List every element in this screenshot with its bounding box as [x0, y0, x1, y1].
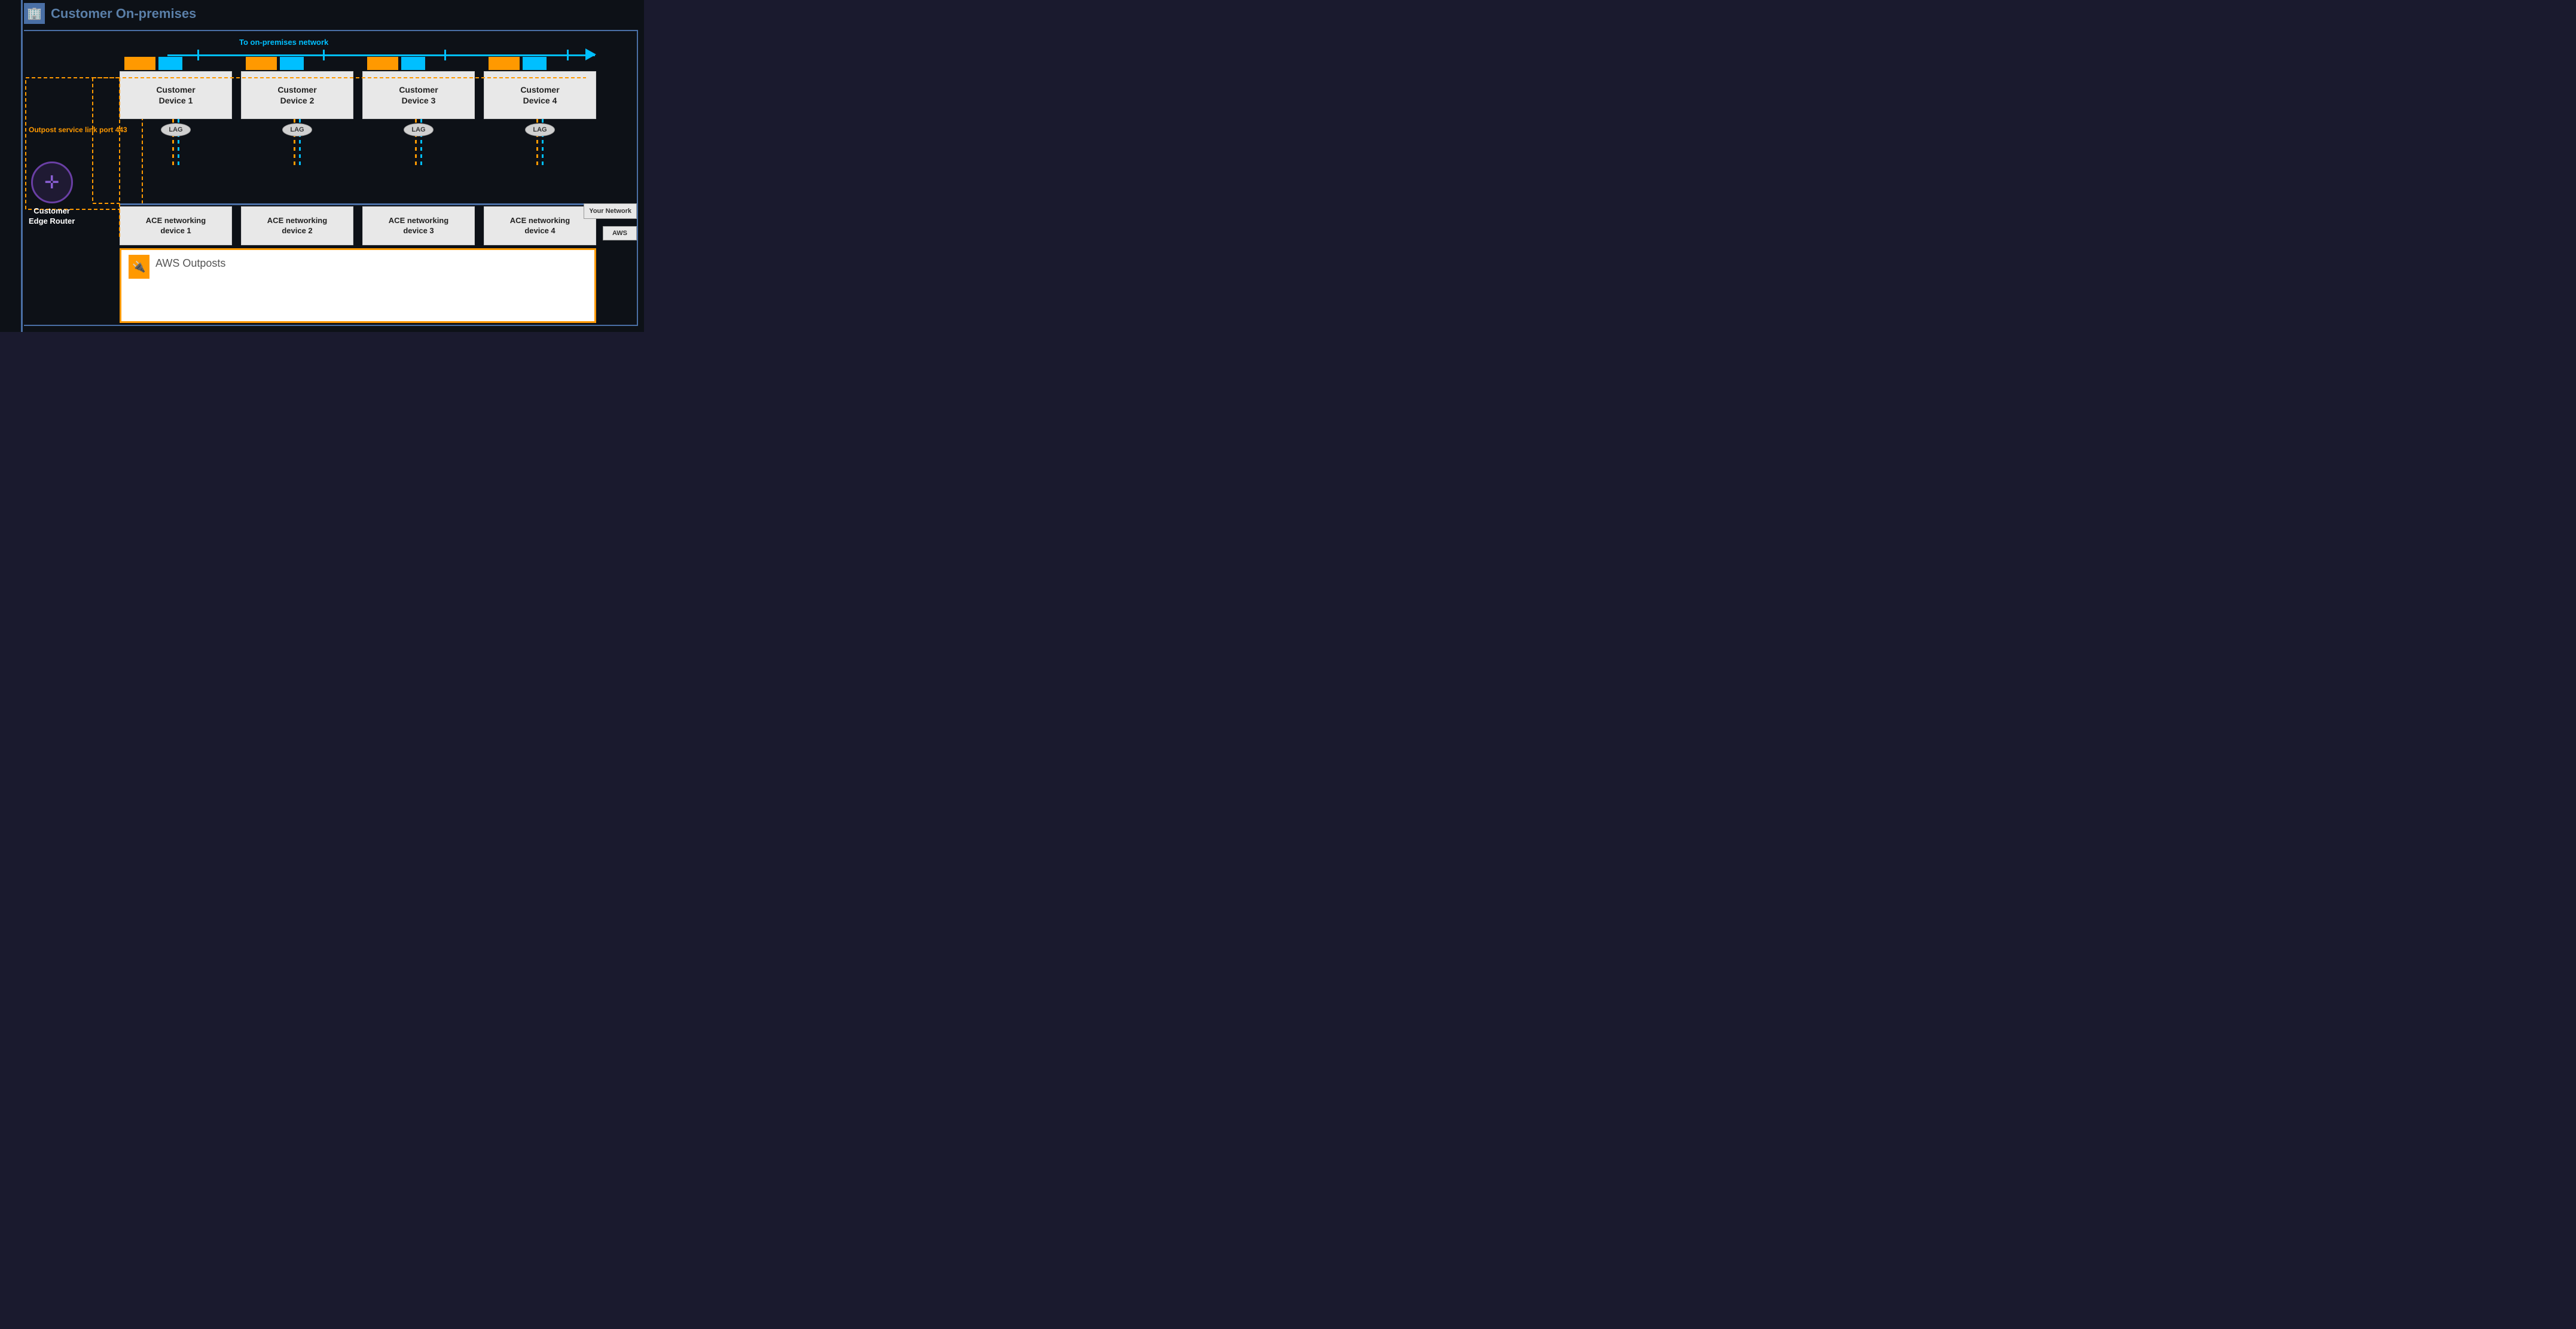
device-1-connector-cyan — [178, 140, 179, 167]
devices-area: CustomerDevice 1 LAG CustomerDevice 2 — [120, 57, 596, 167]
customer-device-4-card: CustomerDevice 4 LAG — [484, 57, 596, 167]
arrow-line — [167, 54, 595, 56]
router-circle: ✛ — [31, 161, 73, 203]
device-3-tab-orange — [367, 57, 398, 70]
divider-line — [120, 203, 596, 205]
ace-device-2: ACE networkingdevice 2 — [241, 206, 353, 245]
device-3-lag: LAG — [362, 119, 475, 140]
customer-device-2-card: CustomerDevice 2 LAG — [241, 57, 353, 167]
page-title: Customer On-premises — [51, 6, 196, 22]
device-3-tabs — [367, 57, 425, 70]
device-3-connector-orange — [415, 140, 417, 167]
ace-devices-area: ACE networkingdevice 1 ACE networkingdev… — [120, 206, 596, 245]
customer-device-1-box: CustomerDevice 1 — [120, 71, 232, 119]
customer-device-4-label: CustomerDevice 4 — [520, 84, 559, 106]
device-4-connector — [484, 140, 596, 167]
device-1-tabs — [124, 57, 182, 70]
device-3-connector-cyan — [420, 140, 422, 167]
device-3-connector — [362, 140, 475, 167]
sidebar-line — [21, 0, 23, 332]
device-1-connector — [120, 140, 232, 167]
service-link-label: Outpost service link port 443 — [29, 126, 127, 135]
device-2-lag: LAG — [241, 119, 353, 140]
customer-device-3-label: CustomerDevice 3 — [399, 84, 438, 106]
device-4-tab-cyan — [523, 57, 547, 70]
device-4-lag: LAG — [484, 119, 596, 140]
device-1-tab-cyan — [158, 57, 182, 70]
ace-device-1-label: ACE networkingdevice 1 — [146, 216, 206, 236]
outposts-label: AWS Outposts — [155, 255, 225, 270]
device-2-connector-cyan — [299, 140, 301, 167]
customer-device-3-box: CustomerDevice 3 — [362, 71, 475, 119]
aws-outposts: 🔌 AWS Outposts — [120, 248, 596, 323]
device-3-lag-label: LAG — [404, 123, 433, 136]
customer-device-1-label: CustomerDevice 1 — [156, 84, 195, 106]
router-icon: ✛ — [44, 172, 59, 193]
device-3-tab-cyan — [401, 57, 425, 70]
device-1-connector-orange — [172, 140, 174, 167]
device-2-lag-label: LAG — [282, 123, 312, 136]
ace-device-4-label: ACE networkingdevice 4 — [510, 216, 570, 236]
device-4-tab-orange — [489, 57, 520, 70]
ace-device-1: ACE networkingdevice 1 — [120, 206, 232, 245]
device-2-tab-orange — [246, 57, 277, 70]
router-label: Customer Edge Router — [29, 206, 75, 227]
device-4-connector-orange — [536, 140, 538, 167]
your-network-label: Your Network — [584, 203, 637, 219]
device-2-tab-cyan — [280, 57, 304, 70]
device-2-tabs — [246, 57, 304, 70]
ace-device-3: ACE networkingdevice 3 — [362, 206, 475, 245]
diagram-container: 🏢 Customer On-premises To on-premises ne… — [0, 0, 644, 332]
device-1-lag: LAG — [120, 119, 232, 140]
device-4-tabs — [489, 57, 547, 70]
device-4-connector-cyan — [542, 140, 544, 167]
device-1-tab-orange — [124, 57, 155, 70]
outposts-icon: 🔌 — [129, 255, 149, 279]
device-4-lag-label: LAG — [525, 123, 554, 136]
ace-device-3-label: ACE networkingdevice 3 — [389, 216, 448, 236]
device-2-connector-orange — [294, 140, 295, 167]
device-2-connector — [241, 140, 353, 167]
aws-label: AWS — [603, 226, 637, 240]
edge-router: ✛ Customer Edge Router — [29, 161, 75, 227]
customer-device-2-box: CustomerDevice 2 — [241, 71, 353, 119]
building-icon: 🏢 — [24, 3, 45, 24]
device-1-lag-label: LAG — [161, 123, 190, 136]
ace-device-2-label: ACE networkingdevice 2 — [267, 216, 327, 236]
customer-device-2-label: CustomerDevice 2 — [277, 84, 316, 106]
header: 🏢 Customer On-premises — [24, 3, 638, 24]
customer-device-3-card: CustomerDevice 3 LAG — [362, 57, 475, 167]
customer-device-1-card: CustomerDevice 1 LAG — [120, 57, 232, 167]
onpremises-label: To on-premises network — [239, 38, 595, 47]
ace-device-4: ACE networkingdevice 4 — [484, 206, 596, 245]
customer-device-4-box: CustomerDevice 4 — [484, 71, 596, 119]
